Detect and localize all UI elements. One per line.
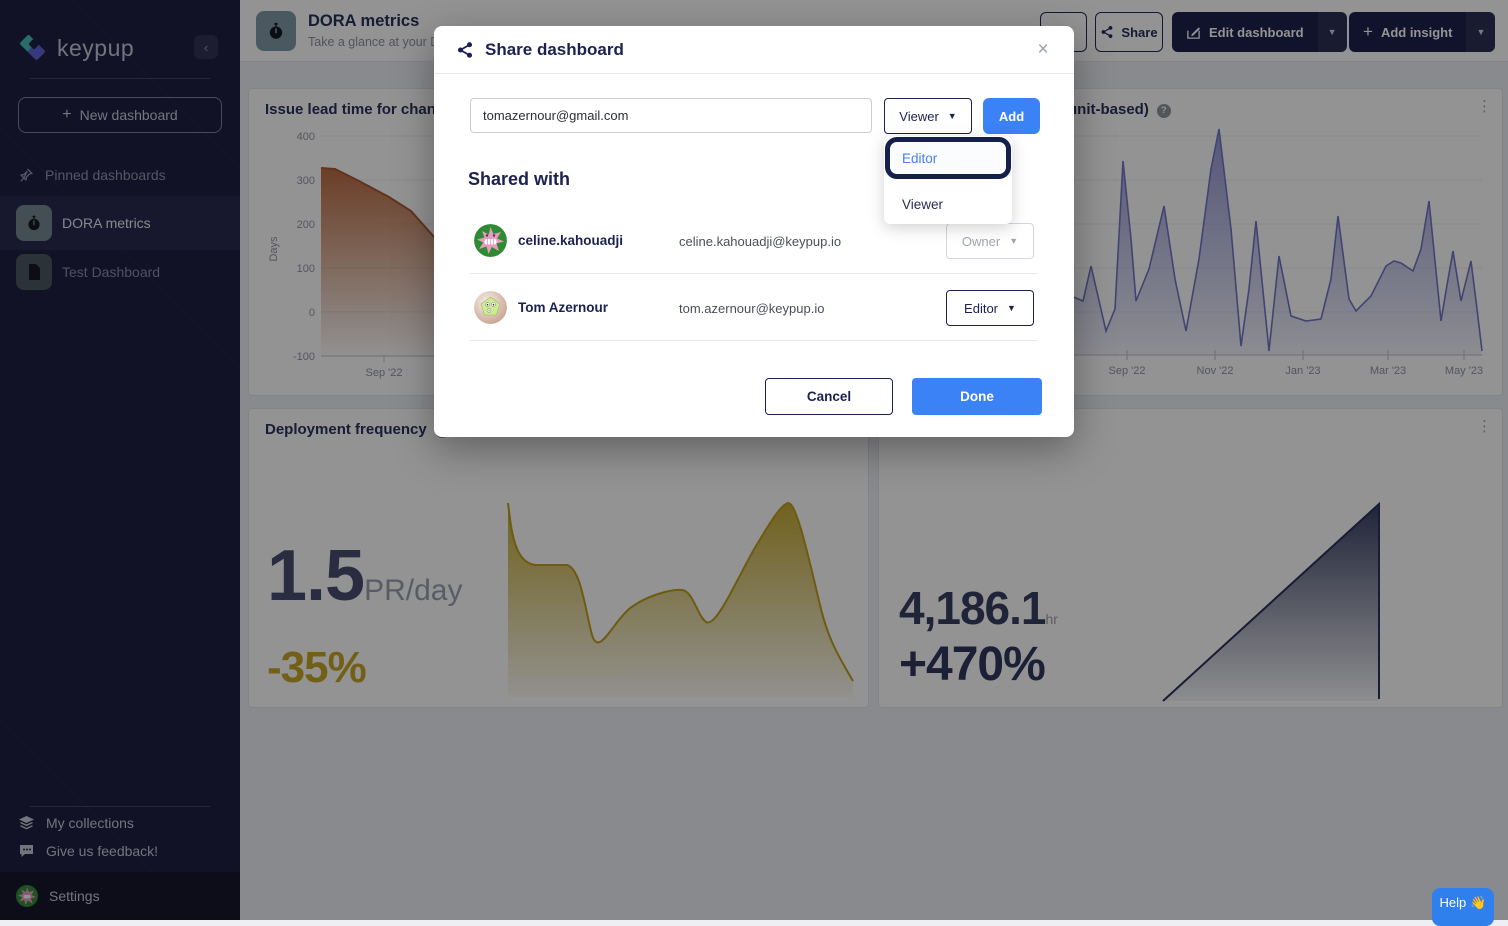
person-email: tom.azernour@keypup.io [679, 301, 824, 316]
help-label: Help [1440, 895, 1467, 910]
person-name: celine.kahouadji [518, 233, 623, 248]
share-email-input[interactable] [470, 98, 872, 133]
wave-emoji-icon: 👋 [1470, 895, 1486, 911]
role-selected-label: Viewer [899, 109, 939, 124]
share-icon [456, 41, 474, 59]
person-name: Tom Azernour [518, 300, 608, 315]
modal-header: Share dashboard × [434, 26, 1074, 74]
chevron-down-icon: ▼ [1007, 303, 1016, 313]
person-role-select-disabled: Owner ▼ [946, 223, 1034, 259]
role-dropdown-menu: Editor Viewer [884, 136, 1012, 224]
done-button[interactable]: Done [912, 378, 1042, 415]
modal-title: Share dashboard [485, 40, 624, 60]
shared-with-heading: Shared with [468, 169, 570, 190]
help-button[interactable]: Help 👋 [1432, 888, 1494, 926]
cancel-button[interactable]: Cancel [765, 378, 893, 415]
close-icon[interactable]: × [1032, 39, 1054, 61]
shared-person-row: Tom Azernour tom.azernour@keypup.io Edit… [470, 275, 1038, 341]
role-select-dropdown[interactable]: Viewer ▼ [884, 98, 972, 134]
person-role-label: Owner [962, 234, 1000, 249]
share-dashboard-modal: Share dashboard × Viewer ▼ Add Editor Vi… [434, 26, 1074, 437]
person-email: celine.kahouadji@keypup.io [679, 234, 841, 249]
menu-item-viewer[interactable]: Viewer [885, 188, 1011, 220]
person-role-label: Editor [964, 301, 998, 316]
chevron-down-icon: ▼ [1009, 236, 1018, 246]
chevron-down-icon: ▼ [948, 111, 957, 121]
avatar [474, 224, 507, 257]
menu-item-editor[interactable]: Editor [885, 137, 1011, 179]
avatar [474, 291, 507, 324]
person-role-select[interactable]: Editor ▼ [946, 290, 1034, 326]
add-button[interactable]: Add [983, 98, 1040, 134]
